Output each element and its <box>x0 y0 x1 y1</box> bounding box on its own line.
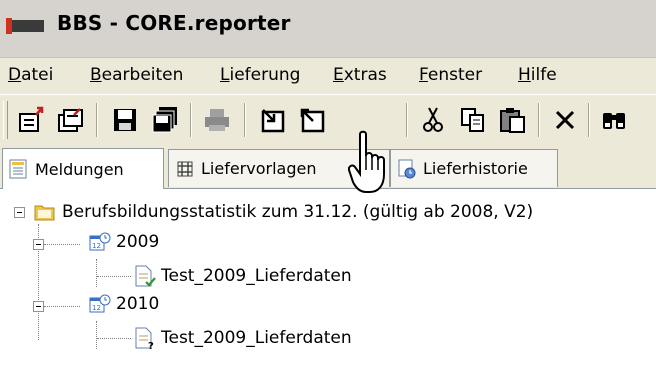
toolbar <box>0 94 656 148</box>
tree-view: Berufsbildungsstatistik zum 31.12. (gült… <box>0 189 656 388</box>
folder-icon <box>34 205 55 221</box>
svg-text:?: ? <box>148 341 154 350</box>
toolbar-separator <box>406 103 408 137</box>
import-button[interactable] <box>258 105 288 135</box>
menu-hilfe[interactable]: Hilfe <box>518 65 557 85</box>
file-checked-icon <box>135 265 156 287</box>
import-icon <box>261 109 285 133</box>
history-icon <box>398 159 416 178</box>
collapse-toggle[interactable] <box>14 207 25 218</box>
tree-connector <box>97 276 131 277</box>
tab-meldungen[interactable]: Meldungen <box>2 148 164 189</box>
tree-leaf-file[interactable]: ? Test_2009_Lieferdaten <box>133 326 352 350</box>
menu-extras[interactable]: Extras <box>333 65 387 85</box>
new-button[interactable] <box>16 105 46 135</box>
menu-lieferung[interactable]: Lieferung <box>220 65 300 85</box>
toolbar-grip[interactable] <box>3 101 8 139</box>
toolbar-separator <box>588 103 590 137</box>
tree-leaf-label: Test_2009_Lieferdaten <box>161 328 352 348</box>
calendar-icon: 12 <box>89 232 111 251</box>
collapse-toggle[interactable] <box>33 301 44 312</box>
find-icon <box>603 113 625 129</box>
tab-lieferhistorie[interactable]: Lieferhistorie <box>390 149 558 187</box>
tree-node-label: 2009 <box>116 232 160 252</box>
tab-bar: Meldungen Liefervorlagen Lieferhistorie <box>0 147 656 189</box>
window-title: BBS - CORE.reporter <box>57 11 291 35</box>
menu-datei[interactable]: Datei <box>8 65 53 85</box>
open-button[interactable] <box>56 105 86 135</box>
toolbar-separator <box>244 103 246 137</box>
export-icon <box>300 108 325 133</box>
save-icon <box>114 109 136 131</box>
open-icon <box>58 108 83 132</box>
cut-icon <box>423 107 443 132</box>
collapse-toggle[interactable] <box>33 239 44 250</box>
svg-text:12: 12 <box>92 304 101 312</box>
tree-connector <box>96 321 97 349</box>
paste-icon <box>500 108 525 133</box>
tree-leaf-label: Test_2009_Lieferdaten <box>161 266 352 286</box>
export-button[interactable] <box>298 105 328 135</box>
tab-label: Liefervorlagen <box>201 159 317 178</box>
tree-connector <box>96 259 97 287</box>
tree-leaf-file[interactable]: Test_2009_Lieferdaten <box>133 264 352 288</box>
tree-root[interactable]: Berufsbildungsstatistik zum 31.12. (gült… <box>34 201 533 223</box>
toolbar-separator <box>538 103 540 137</box>
tree-node-2010[interactable]: 12 2010 <box>88 293 159 315</box>
calendar-icon: 12 <box>89 294 111 313</box>
print-icon <box>205 109 229 131</box>
tree-root-label: Berufsbildungsstatistik zum 31.12. (gült… <box>62 202 534 222</box>
toolbar-separator <box>96 103 98 137</box>
tree-node-2009[interactable]: 12 2009 <box>88 231 159 253</box>
save-all-button[interactable] <box>150 105 180 135</box>
tab-label: Lieferhistorie <box>423 159 528 178</box>
grid-icon <box>177 161 193 176</box>
paste-button[interactable] <box>498 105 528 135</box>
tree-connector <box>97 338 131 339</box>
copy-button[interactable] <box>458 105 488 135</box>
menu-bearbeiten[interactable]: Bearbeiten <box>90 65 183 85</box>
report-icon <box>9 159 27 179</box>
toolbar-separator <box>190 103 192 137</box>
cut-button[interactable] <box>418 105 448 135</box>
delete-button[interactable] <box>550 105 580 135</box>
svg-text:12: 12 <box>92 242 101 250</box>
app-icon <box>6 18 44 34</box>
new-icon <box>19 106 44 132</box>
menu-fenster[interactable]: Fenster <box>419 65 482 85</box>
file-unknown-icon: ? <box>135 327 154 350</box>
tab-liefervorlagen[interactable]: Liefervorlagen <box>168 149 390 187</box>
tree-node-label: 2010 <box>116 294 160 314</box>
copy-icon <box>461 108 484 132</box>
title-bar: BBS - CORE.reporter <box>0 0 656 57</box>
print-button[interactable] <box>202 105 232 135</box>
tab-label: Meldungen <box>35 159 124 179</box>
delete-icon <box>555 110 575 130</box>
menu-bar: Datei Bearbeiten Lieferung Extras Fenste… <box>0 57 656 94</box>
tree-connector <box>44 306 80 307</box>
save-all-icon <box>152 107 177 133</box>
find-button[interactable] <box>600 105 630 135</box>
save-button[interactable] <box>110 105 140 135</box>
tree-connector <box>44 244 80 245</box>
